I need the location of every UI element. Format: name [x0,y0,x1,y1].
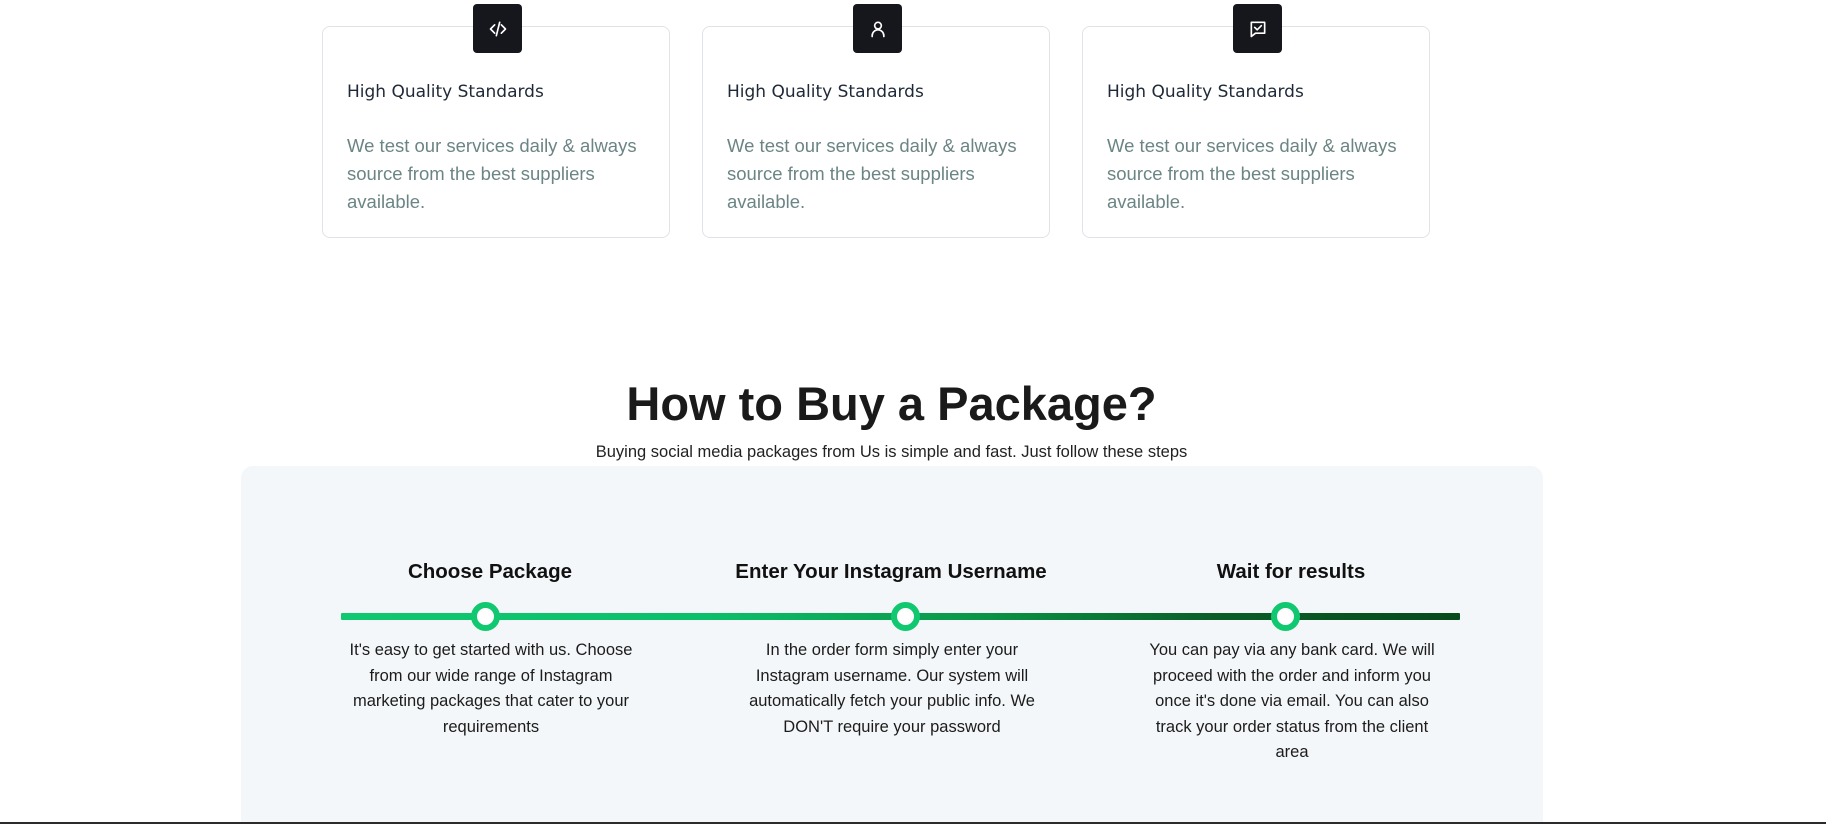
section-title: How to Buy a Package? [626,377,1157,430]
feature-card: High Quality Standards We test our servi… [1082,4,1430,238]
feature-description: We test our services daily & always sour… [727,135,1017,212]
step-marker [891,602,920,631]
user-icon [853,4,902,53]
code-icon [473,4,522,53]
section-subtitle: Buying social media packages from Us is … [595,443,1188,461]
step-description: You can pay via any bank card. We will p… [1149,641,1435,761]
page: High Quality Standards We test our servi… [0,0,1826,824]
feature-title: High Quality Standards [1107,82,1304,102]
feature-card: High Quality Standards We test our servi… [322,4,670,238]
step-marker [471,602,500,631]
feature-description: We test our services daily & always sour… [1107,135,1397,212]
feature-card: High Quality Standards We test our servi… [702,4,1050,238]
feature-title: High Quality Standards [347,82,544,102]
step-title: Wait for results [1216,560,1366,583]
step-title: Choose Package [407,560,573,583]
feature-description: We test our services daily & always sour… [347,135,637,212]
feature-title: High Quality Standards [727,82,924,102]
message-check-icon [1233,4,1282,53]
step-marker [1271,602,1300,631]
step-description: In the order form simply enter your Inst… [749,641,1035,736]
step-description: It's easy to get started with us. Choose… [349,641,633,736]
step-title: Enter Your Instagram Username [735,560,1047,583]
